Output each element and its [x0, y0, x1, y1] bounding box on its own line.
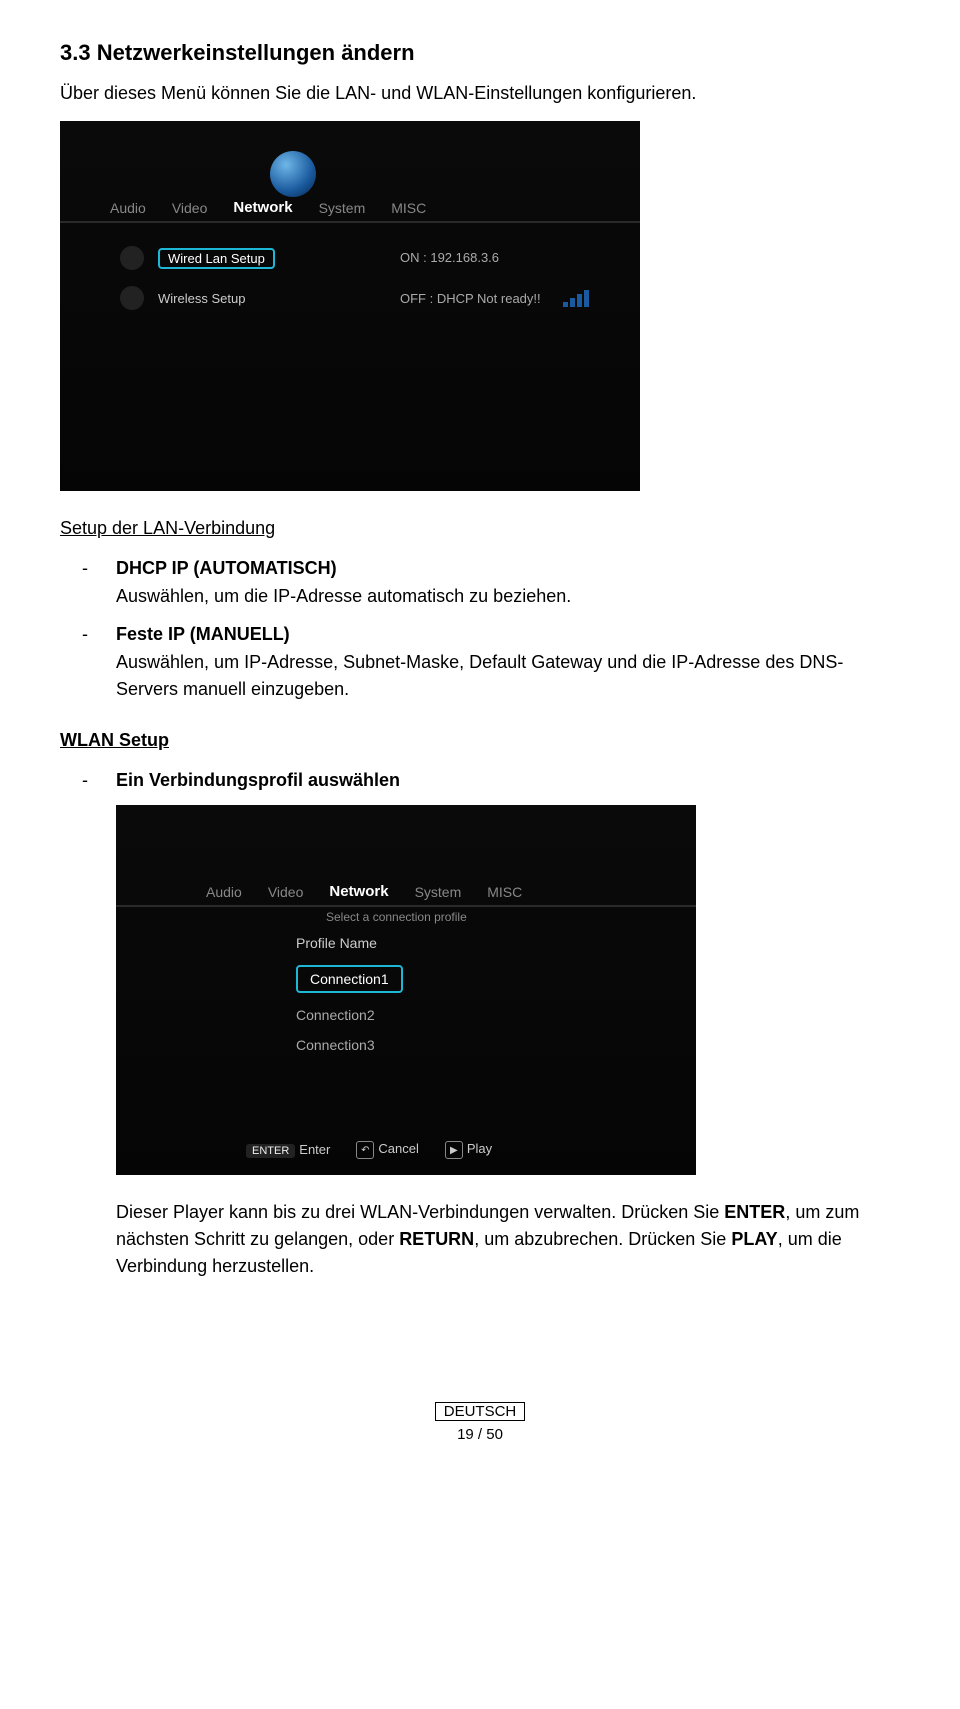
wireless-label: Wireless Setup — [158, 291, 328, 306]
wlan-item-title: Ein Verbindungsprofil auswählen — [116, 770, 900, 791]
select-profile-hint: Select a connection profile — [326, 910, 467, 924]
tab2-system: System — [415, 884, 462, 900]
hint-enter: ENTEREnter — [246, 1142, 330, 1157]
profile-connection3: Connection3 — [296, 1037, 403, 1053]
tab-audio: Audio — [110, 200, 146, 216]
tab2-video: Video — [268, 884, 304, 900]
wired-lan-status: ON : 192.168.3.6 — [400, 250, 499, 265]
profile-connection2: Connection2 — [296, 1007, 403, 1023]
wired-icon — [120, 246, 144, 270]
hint-row: ENTEREnter ↶Cancel ▶Play — [246, 1141, 492, 1160]
tab-system: System — [319, 200, 366, 216]
tab-misc: MISC — [391, 200, 426, 216]
lan-subheading: Setup der LAN-Verbindung — [60, 515, 900, 542]
festeip-title: Feste IP (MANUELL) — [116, 624, 900, 645]
tab2-network: Network — [329, 883, 388, 900]
screenshot-network-setup: Audio Video Network System MISC Wired La… — [60, 121, 640, 491]
footer-language: DEUTSCH — [435, 1402, 526, 1421]
intro-paragraph: Über dieses Menü können Sie die LAN- und… — [60, 80, 900, 107]
tab-network: Network — [233, 199, 292, 216]
profile-name-header: Profile Name — [296, 935, 403, 951]
tabs-row-2: Audio Video Network System MISC — [206, 883, 522, 900]
list-item-dhcp: - DHCP IP (AUTOMATISCH) Auswählen, um di… — [116, 558, 900, 610]
hint-cancel: ↶Cancel — [356, 1141, 418, 1160]
screenshot-wlan-profile: Audio Video Network System MISC Select a… — [116, 805, 696, 1175]
footer-page-number: 19 / 50 — [457, 1426, 503, 1443]
profile-connection1: Connection1 — [296, 965, 403, 993]
tab2-misc: MISC — [487, 884, 522, 900]
tabs-row: Audio Video Network System MISC — [110, 199, 426, 216]
wired-lan-label: Wired Lan Setup — [158, 248, 275, 269]
festeip-body: Auswählen, um IP-Adresse, Subnet-Maske, … — [116, 649, 900, 703]
hint-play: ▶Play — [445, 1141, 492, 1160]
signal-icon — [563, 290, 589, 307]
wlan-subheading: WLAN Setup — [60, 727, 900, 754]
list-item-wlan-profile: - Ein Verbindungsprofil auswählen — [116, 770, 900, 791]
page-footer: DEUTSCH 19 / 50 — [60, 1400, 900, 1444]
tab-video: Video — [172, 200, 208, 216]
wlan-description: Dieser Player kann bis zu drei WLAN-Verb… — [116, 1199, 900, 1280]
tab2-audio: Audio — [206, 884, 242, 900]
dhcp-title: DHCP IP (AUTOMATISCH) — [116, 558, 900, 579]
list-item-feste-ip: - Feste IP (MANUELL) Auswählen, um IP-Ad… — [116, 624, 900, 703]
wireless-status: OFF : DHCP Not ready!! — [400, 291, 541, 306]
globe-icon — [270, 151, 316, 197]
dhcp-body: Auswählen, um die IP-Adresse automatisch… — [116, 583, 900, 610]
wireless-icon — [120, 286, 144, 310]
section-heading: 3.3 Netzwerkeinstellungen ändern — [60, 40, 900, 66]
